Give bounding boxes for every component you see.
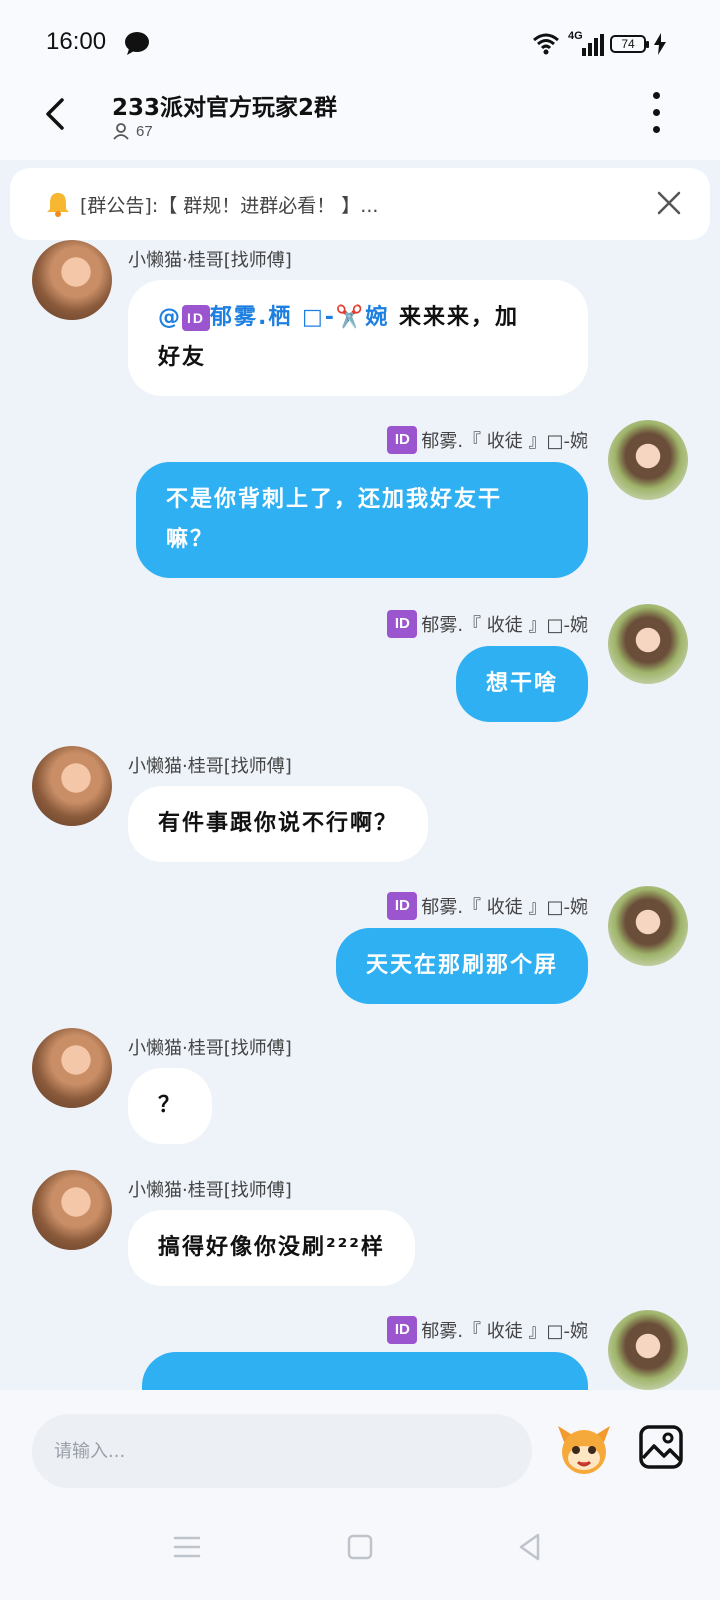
input-area [0, 1390, 720, 1490]
id-badge: ID [387, 892, 418, 920]
message-bubble[interactable]: 想干啥 [455, 646, 588, 722]
close-icon[interactable] [654, 188, 684, 218]
sender-name: 郁雾.『 收徒 』□-婉 [421, 1321, 588, 1342]
avatar[interactable] [608, 886, 688, 966]
sender-row: ID 郁雾.『 收徒 』□-婉 [387, 610, 588, 638]
avatar[interactable] [32, 1170, 112, 1250]
sender-name: 郁雾.『 收徒 』□-婉 [421, 431, 588, 452]
sender-name: 小懒猫·桂哥[找师傅] [128, 250, 292, 271]
message-bubble[interactable]: @ ID 郁雾.栖 □-✂️婉 来来来，加 好友 [128, 280, 588, 396]
message-bubble[interactable]: 有件事跟你说不行啊？ [128, 786, 429, 862]
member-count: 67 [136, 122, 153, 140]
message-bubble[interactable]: ？ [128, 1068, 213, 1144]
home-icon[interactable] [343, 1530, 377, 1564]
avatar[interactable] [32, 240, 112, 320]
mascot-emoji-icon[interactable] [554, 1418, 614, 1478]
message-text-line2: 嘛？ [166, 527, 215, 552]
network-type: 4G [568, 30, 583, 42]
sender-row: ID 郁雾.『 收徒 』□-婉 [387, 426, 588, 454]
sender-name: 小懒猫·桂哥[找师傅] [128, 1038, 292, 1059]
message-notification-icon [125, 32, 149, 55]
battery-icon: 74 [610, 35, 649, 53]
message-text-line2: 好友 [158, 345, 207, 370]
mention-at: @ [158, 305, 182, 330]
sender-name: 郁雾.『 收徒 』□-婉 [421, 897, 588, 918]
status-icons: 4G 74 [532, 30, 666, 58]
signal-icon: 4G [568, 30, 604, 56]
sender-name: 郁雾.『 收徒 』□-婉 [421, 615, 588, 636]
sender-name: 小懒猫·桂哥[找师傅] [128, 756, 292, 777]
id-badge: ID [387, 610, 418, 638]
status-bar: 16:00 4G 74 [0, 0, 720, 84]
sender-name: 小懒猫·桂哥[找师傅] [128, 1180, 292, 1201]
avatar[interactable] [32, 746, 112, 826]
member-count-row[interactable]: 67 [112, 122, 153, 140]
image-icon[interactable] [638, 1424, 684, 1470]
system-nav-bar [0, 1490, 720, 1600]
more-vertical-icon[interactable] [644, 90, 668, 136]
message-bubble[interactable]: 搞得好像你没刷²²²样 [128, 1210, 415, 1286]
status-time: 16:00 [46, 28, 107, 55]
notice-text: [群公告]:【 群规！进群必看！ 】... [80, 194, 379, 217]
id-badge: ID [387, 426, 418, 454]
chat-title: 233派对官方玩家2群 [112, 95, 338, 121]
message-bubble[interactable]: 不是你背刺上了，还加我好友干 嘛？ [136, 462, 588, 578]
avatar[interactable] [608, 1310, 688, 1390]
message-text: 来来来，加 [389, 305, 519, 330]
back-arrow-icon[interactable] [38, 94, 74, 134]
mention-name[interactable]: 郁雾.栖 □-✂️婉 [210, 305, 389, 330]
message-bubble[interactable]: 天天在那刷那个屏 [335, 928, 588, 1004]
wifi-icon [533, 33, 559, 55]
message-list[interactable]: 小懒猫·桂哥[找师傅] @ ID 郁雾.栖 □-✂️婉 来来来，加 好友 ID 郁雾… [0, 240, 720, 1390]
menu-icon[interactable] [170, 1530, 204, 1564]
message-input[interactable] [32, 1414, 532, 1488]
group-notice-banner[interactable]: [群公告]:【 群规！进群必看！ 】... [10, 168, 710, 240]
back-triangle-icon[interactable] [513, 1530, 547, 1564]
person-icon [113, 123, 129, 140]
bell-icon [47, 193, 69, 217]
sender-row: ID 郁雾.『 收徒 』□-婉 [387, 892, 588, 920]
chat-header: 233派对官方玩家2群 67 [0, 84, 720, 160]
sender-row: ID 郁雾.『 收徒 』□-婉 [387, 1316, 588, 1344]
avatar[interactable] [608, 420, 688, 500]
message-text: 不是你背刺上了，还加我好友干 [166, 487, 503, 512]
charging-icon [654, 33, 666, 55]
id-badge: ID [182, 305, 210, 331]
avatar[interactable] [32, 1028, 112, 1108]
id-badge: ID [387, 1316, 418, 1344]
message-bubble[interactable] [142, 1352, 588, 1390]
avatar[interactable] [608, 604, 688, 684]
